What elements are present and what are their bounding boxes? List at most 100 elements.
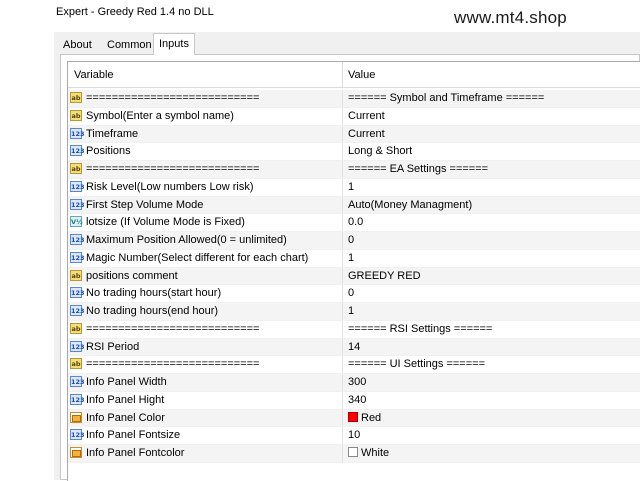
table-row[interactable]: 123 Risk Level(Low numbers Low risk) 1 (68, 178, 640, 197)
table-row[interactable]: Info Panel Fontcolor White (68, 445, 640, 463)
table-row[interactable]: V½ lotsize (If Volume Mode is Fixed) 0.0 (68, 214, 640, 232)
string-type-icon: ab (70, 92, 82, 103)
table-row[interactable]: ab =========================== ====== UI S… (68, 356, 640, 374)
table-row[interactable]: 123 Info Panel Width 300 (68, 374, 640, 392)
cell-divider (342, 320, 343, 338)
value-text: ====== RSI Settings ====== (348, 322, 493, 335)
cell-divider (342, 391, 343, 409)
color-type-icon (70, 411, 82, 423)
variable-value[interactable]: 10 (348, 429, 360, 441)
variable-value[interactable]: Long & Short (348, 145, 412, 157)
table-row[interactable]: 123 No trading hours(start hour) 0 (68, 285, 640, 303)
tab-about[interactable]: About (58, 36, 97, 54)
variable-name: Magic Number(Select different for each c… (86, 251, 309, 264)
variable-name: RSI Period (86, 340, 140, 353)
table-row[interactable]: 123 Info Panel Fontsize 10 (68, 427, 640, 445)
variable-value[interactable]: 14 (348, 341, 360, 353)
variable-name: No trading hours(start hour) (86, 287, 222, 300)
variable-name: Info Panel Color (86, 411, 165, 424)
grid-header: Variable Value (68, 62, 640, 88)
cell-divider (342, 356, 343, 373)
variable-name: Info Panel Hight (86, 393, 165, 406)
variable-value[interactable]: Red (348, 411, 381, 424)
variable-value[interactable]: White (348, 447, 389, 459)
variable-name: Info Panel Width (86, 376, 167, 388)
cell-divider (342, 427, 343, 444)
column-header-value[interactable]: Value (348, 69, 375, 81)
table-row[interactable]: ab =========================== ====== Symb… (68, 90, 640, 108)
variable-name: Info Panel Fontcolor (86, 447, 185, 459)
table-row[interactable]: 123 First Step Volume Mode Auto(Money Mana… (68, 196, 640, 215)
variable-name: No trading hours(end hour) (86, 305, 219, 317)
integer-type-icon: 123 (70, 429, 85, 441)
cell-divider (342, 285, 343, 302)
cell-divider (342, 214, 343, 231)
cell-divider (342, 249, 343, 267)
cell-divider (342, 107, 343, 125)
variable-name: =========================== (86, 92, 260, 104)
table-row[interactable]: ab =========================== ====== EA S… (68, 161, 640, 179)
variable-value[interactable]: Auto(Money Managment) (348, 199, 472, 211)
variable-value[interactable]: 0.0 (348, 216, 363, 228)
integer-type-icon: 123 (70, 393, 85, 405)
variable-name: lotsize (If Volume Mode is Fixed) (86, 216, 245, 229)
variable-value[interactable]: 1 (348, 252, 354, 264)
table-row[interactable]: ab positions comment GREEDY RED (68, 267, 640, 286)
variable-name: =========================== (86, 322, 260, 335)
table-row[interactable]: 123 Magic Number(Select different for eac… (68, 249, 640, 268)
table-row[interactable]: 123 Maximum Position Allowed(0 = unlimite… (68, 232, 640, 250)
tab-common[interactable]: Common (102, 36, 157, 54)
integer-type-icon: 123 (70, 145, 85, 157)
value-text: 10 (348, 429, 361, 442)
variable-value[interactable]: Current (348, 128, 385, 140)
inputs-grid: Variable Value ab =======================… (67, 61, 640, 481)
watermark: www.mt4.shop (454, 8, 567, 27)
variable-value[interactable]: ====== RSI Settings ====== (348, 323, 492, 335)
cell-divider (342, 232, 343, 249)
cell-divider (342, 267, 343, 285)
cell-divider (342, 374, 343, 391)
cell-divider (342, 178, 343, 196)
color-swatch (348, 411, 358, 422)
integer-type-icon: 123 (70, 340, 85, 352)
cell-divider (342, 143, 343, 160)
value-text: 1 (348, 180, 355, 193)
variable-value[interactable]: 1 (348, 305, 354, 317)
value-text: 1 (348, 305, 355, 317)
table-row[interactable]: 123 Timeframe Current (68, 125, 640, 144)
variable-name: Timeframe (86, 127, 139, 140)
variable-value[interactable]: 340 (348, 394, 366, 406)
variable-value[interactable]: 1 (348, 181, 354, 193)
value-text: 0 (348, 234, 355, 246)
table-row[interactable]: 123 RSI Period 14 (68, 338, 640, 357)
variable-value[interactable]: ====== Symbol and Timeframe ====== (348, 92, 544, 104)
variable-value[interactable]: 0 (348, 287, 354, 299)
integer-type-icon: 123 (70, 287, 85, 299)
double-type-icon: V½ (70, 216, 83, 228)
table-row[interactable]: 123 No trading hours(end hour) 1 (68, 303, 640, 321)
table-row[interactable]: 123 Positions Long & Short (68, 143, 640, 161)
variable-value[interactable]: GREEDY RED (348, 270, 421, 282)
table-row[interactable]: ab Symbol(Enter a symbol name) Current (68, 107, 640, 126)
column-divider[interactable] (342, 62, 343, 88)
variable-name: First Step Volume Mode (86, 198, 204, 211)
table-row[interactable]: 123 Info Panel Hight 340 (68, 391, 640, 410)
variable-value[interactable]: ====== EA Settings ====== (348, 163, 488, 175)
variable-value[interactable]: 0 (348, 234, 354, 246)
cell-divider (342, 161, 343, 178)
value-text: GREEDY RED (348, 269, 421, 282)
table-row[interactable]: Info Panel Color Red (68, 409, 640, 428)
variable-value[interactable]: 300 (348, 376, 366, 388)
tab-inputs[interactable]: Inputs (153, 33, 195, 55)
table-row[interactable]: ab =========================== ====== RSI … (68, 320, 640, 339)
cell-divider (342, 196, 343, 214)
variable-value[interactable]: Current (348, 110, 385, 122)
column-header-variable[interactable]: Variable (74, 69, 114, 81)
variable-value[interactable]: ====== UI Settings ====== (348, 358, 485, 370)
string-type-icon: ab (70, 322, 82, 334)
integer-type-icon: 123 (70, 251, 85, 263)
integer-type-icon: 123 (70, 180, 85, 192)
value-text: ====== EA Settings ====== (348, 163, 489, 175)
integer-type-icon: 123 (70, 234, 85, 245)
value-text: 340 (348, 393, 367, 406)
